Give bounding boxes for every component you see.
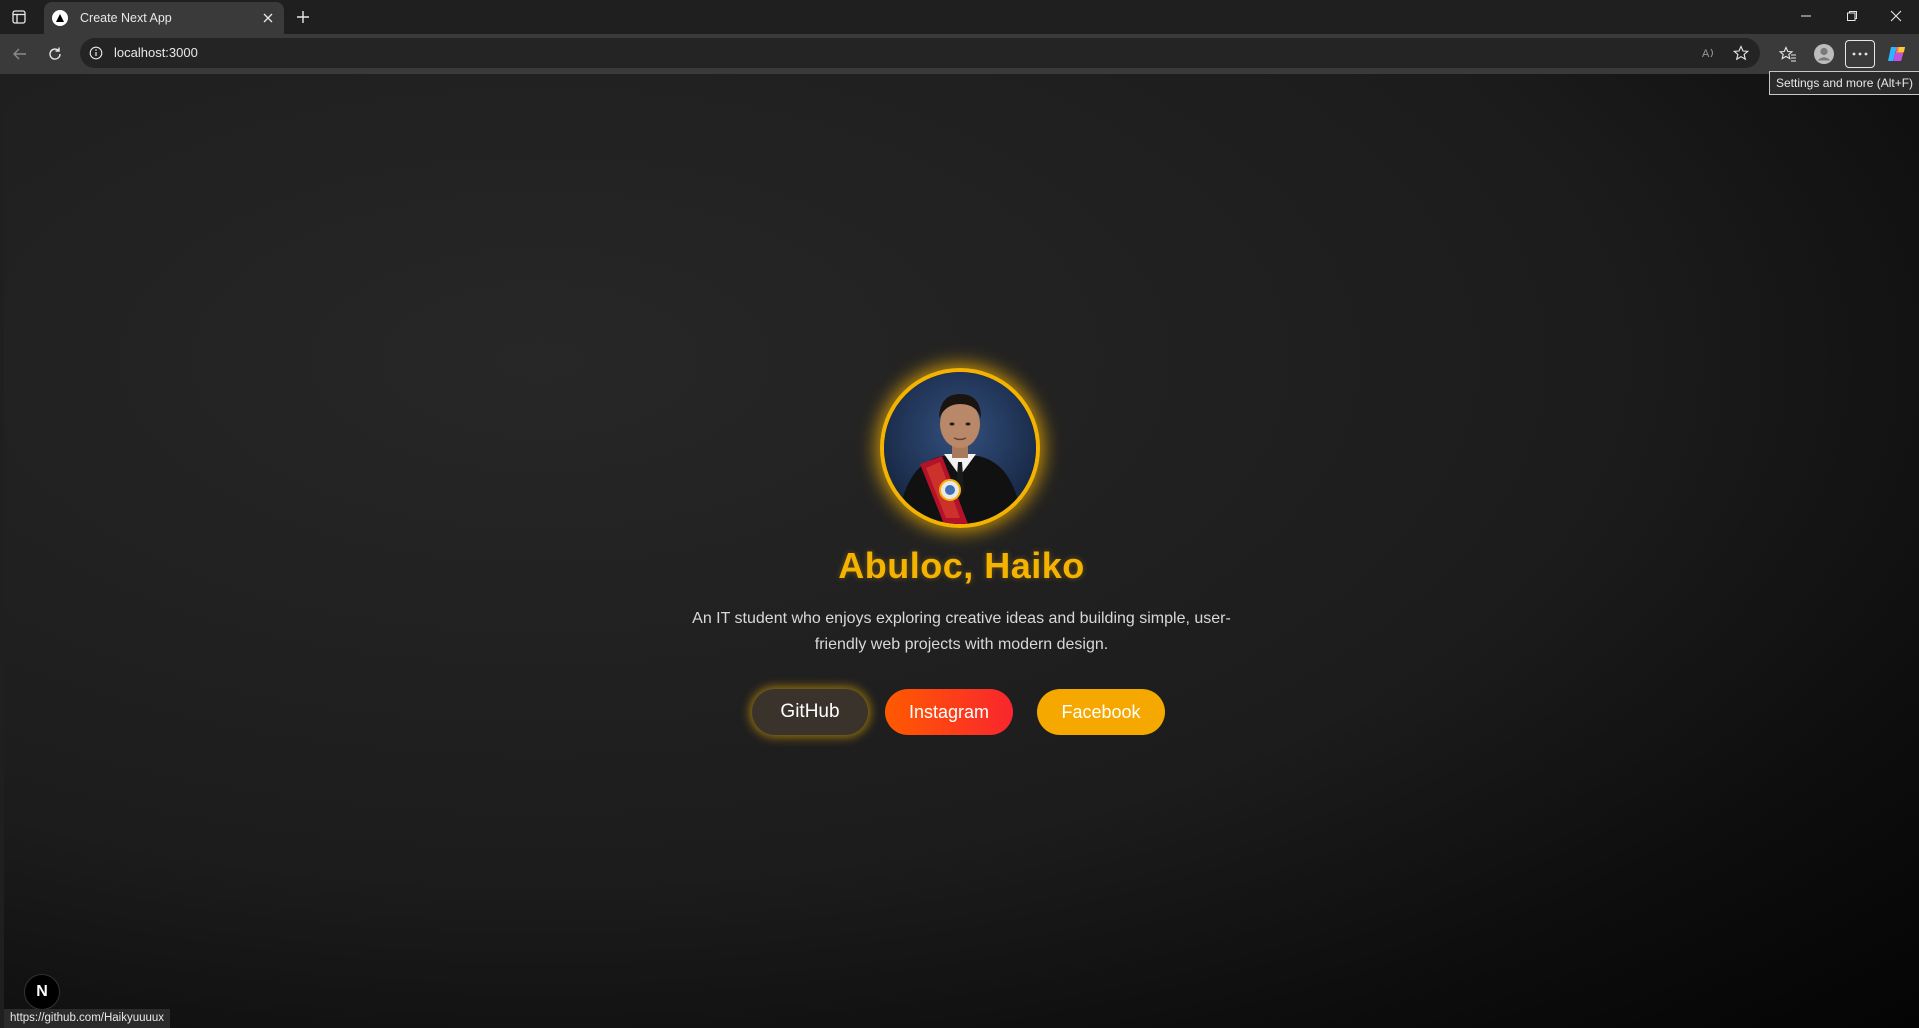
read-aloud-icon[interactable]: A — [1698, 42, 1720, 64]
tab-title: Create Next App — [80, 11, 172, 25]
nextjs-favicon-icon — [52, 10, 68, 26]
favorite-star-icon[interactable] — [1730, 42, 1752, 64]
refresh-icon[interactable] — [41, 40, 69, 68]
site-info-icon[interactable] — [88, 45, 104, 61]
tab-close-icon[interactable] — [256, 6, 280, 30]
status-bar-url: https://github.com/Haikyuuuux — [4, 1009, 171, 1028]
profile-photo — [880, 368, 1040, 528]
profile-section: Abuloc, Haiko An IT student who enjoys e… — [4, 74, 1919, 1028]
favorites-icon[interactable] — [1774, 40, 1802, 68]
address-bar[interactable]: localhost:3000 A — [80, 38, 1760, 68]
github-button[interactable]: GitHub — [752, 689, 868, 735]
close-window-icon[interactable] — [1873, 0, 1919, 32]
more-dots-icon — [1852, 52, 1868, 56]
facebook-button[interactable]: Facebook — [1037, 689, 1165, 735]
svg-text:A: A — [1702, 48, 1710, 60]
profile-avatar-icon[interactable] — [1810, 40, 1838, 68]
back-icon[interactable] — [6, 40, 34, 68]
page-viewport: Abuloc, Haiko An IT student who enjoys e… — [4, 74, 1919, 1028]
restore-icon[interactable] — [1829, 0, 1875, 32]
minimize-icon[interactable] — [1783, 0, 1829, 32]
settings-and-more-button[interactable] — [1845, 40, 1875, 68]
profile-bio: An IT student who enjoys exploring creat… — [692, 610, 1231, 653]
profile-name: Abuloc, Haiko — [838, 545, 1085, 586]
browser-toolbar: localhost:3000 A — [0, 34, 1919, 74]
copilot-icon[interactable] — [1883, 40, 1911, 68]
instagram-button[interactable]: Instagram — [885, 689, 1013, 735]
settings-tooltip: Settings and more (Alt+F) — [1769, 71, 1919, 95]
tab-actions-icon[interactable] — [8, 6, 30, 28]
new-tab-icon[interactable] — [290, 4, 316, 30]
address-url[interactable]: localhost:3000 — [114, 45, 198, 60]
tab-active[interactable]: Create Next App — [44, 2, 284, 34]
tab-strip: Create Next App — [0, 0, 1919, 34]
nextjs-dev-indicator-icon[interactable]: N — [24, 974, 60, 1010]
